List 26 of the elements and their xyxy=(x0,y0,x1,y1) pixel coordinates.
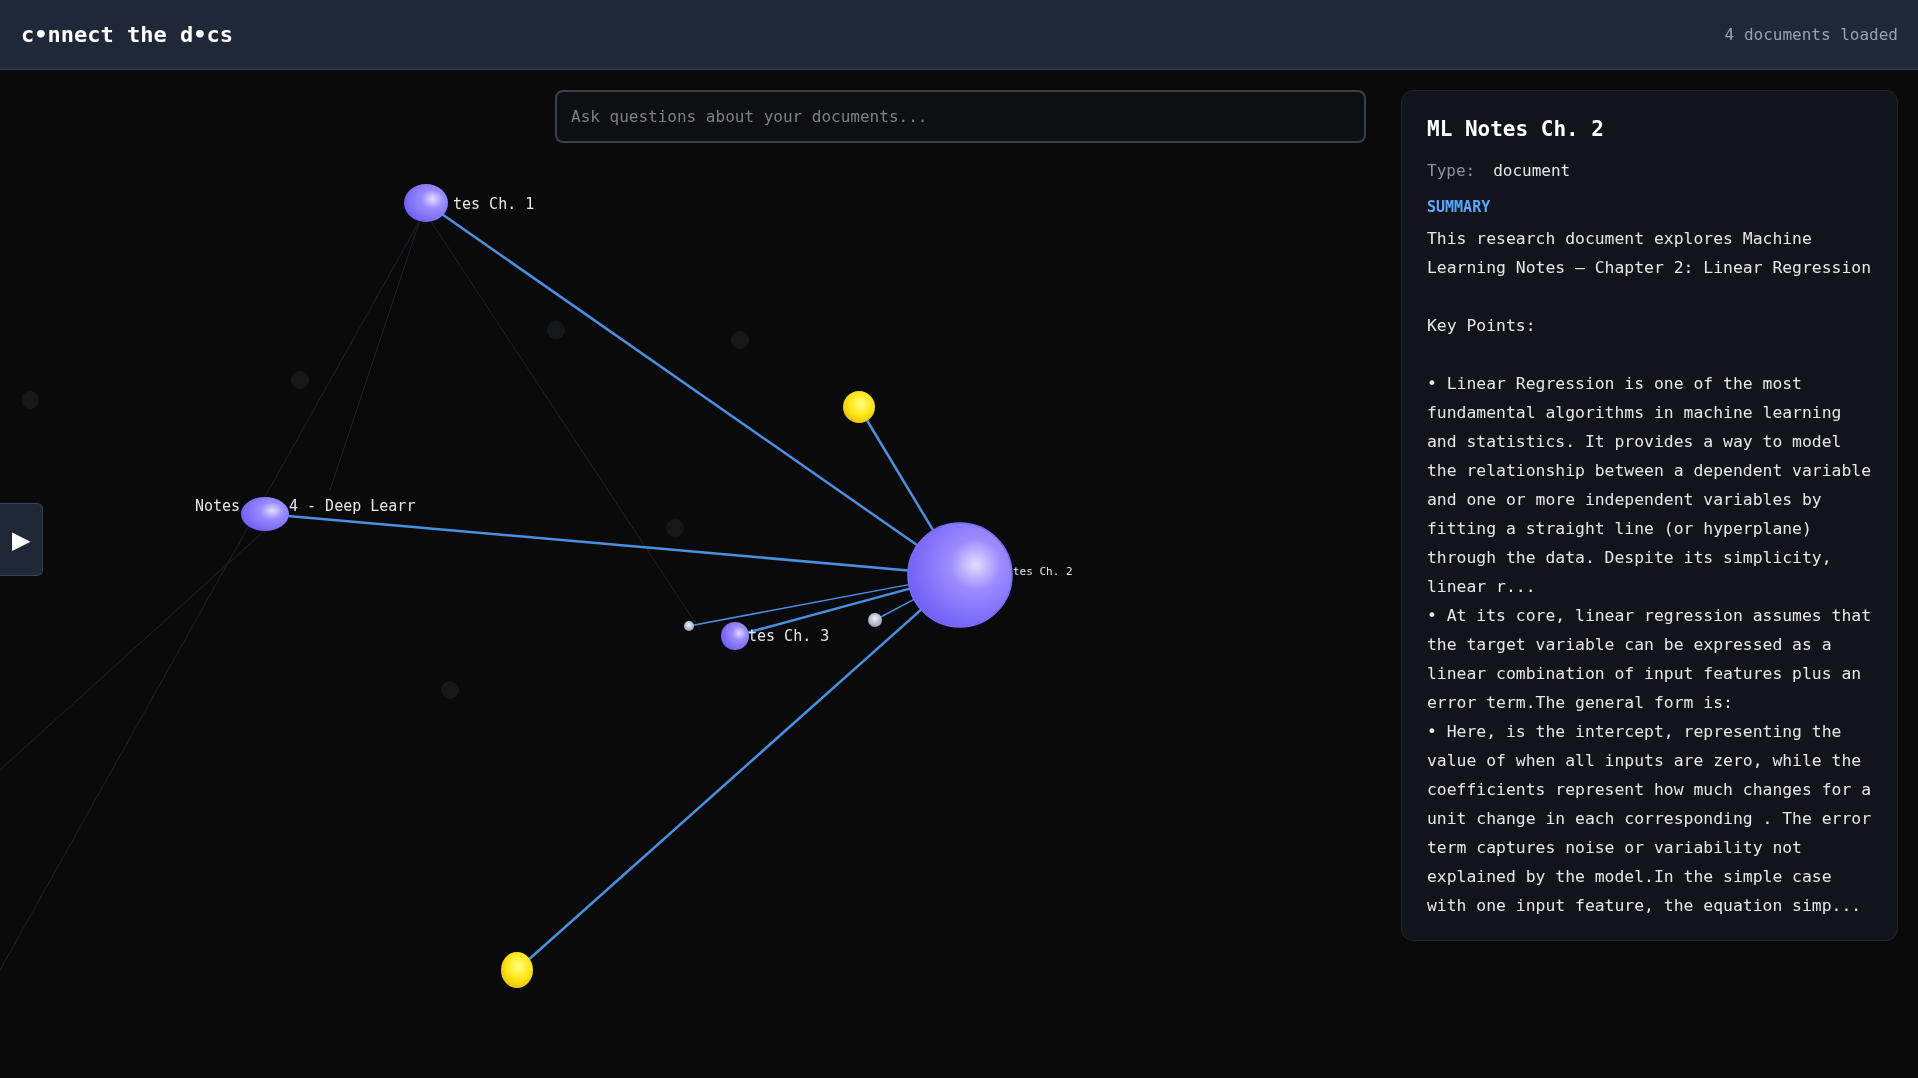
type-label: Type: xyxy=(1427,161,1476,180)
search-field[interactable]: Ask questions about your documents... xyxy=(555,90,1366,143)
summary-text: This research document explores Machine Learning Notes – Chapter 2: Linear Regression xyxy=(1427,228,1873,279)
document-node[interactable] xyxy=(721,622,749,650)
chunk-node[interactable] xyxy=(684,621,694,631)
type-value: document xyxy=(1493,161,1571,180)
node-label: Notes xyxy=(195,497,241,515)
document-node[interactable] xyxy=(907,522,1013,628)
document-node[interactable] xyxy=(404,184,448,222)
key-points-heading: Key Points: xyxy=(1427,315,1537,337)
node-label: tes Ch. 3 xyxy=(748,627,830,645)
documents-status: 4 documents loaded xyxy=(1724,25,1898,44)
node-label: 4 - Deep Learr xyxy=(289,497,416,515)
key-point-text: • Here, is the intercept, representing the value of when all inputs are zero, while the coefficients represent how much changes for a unit change in each corresponding . The error term captures noise or variability not explained by the model.In the simple case with one input feature, the equation simp... xyxy=(1427,721,1873,917)
key-point-text: • At its core, linear regression assumes that the target variable can be expressed as a linear combination of input features plus an error term.The general form is: xyxy=(1427,605,1873,714)
concept-node[interactable] xyxy=(843,391,875,423)
summary-heading: SUMMARY xyxy=(1427,198,1492,216)
node-label: tes Ch. 2 xyxy=(1013,565,1073,578)
panel-title: ML Notes Ch. 2 xyxy=(1427,117,1605,141)
concept-node[interactable] xyxy=(501,952,533,988)
document-node[interactable] xyxy=(241,497,289,531)
chunk-node[interactable] xyxy=(868,613,882,627)
sidebar-toggle-button[interactable]: ▶ xyxy=(0,503,43,576)
key-point-text: • Linear Regression is one of the most fundamental algorithms in machine learning and statistics. It provides a way to model the relationship between a dependent variable and one or more independent variables by fitting a straight line (or hyperplane) through the data. Despite its simplicity, linear r... xyxy=(1427,373,1873,598)
node-label: tes Ch. 1 xyxy=(453,195,535,213)
app-logo: c•nnect the d•cs xyxy=(21,22,233,47)
